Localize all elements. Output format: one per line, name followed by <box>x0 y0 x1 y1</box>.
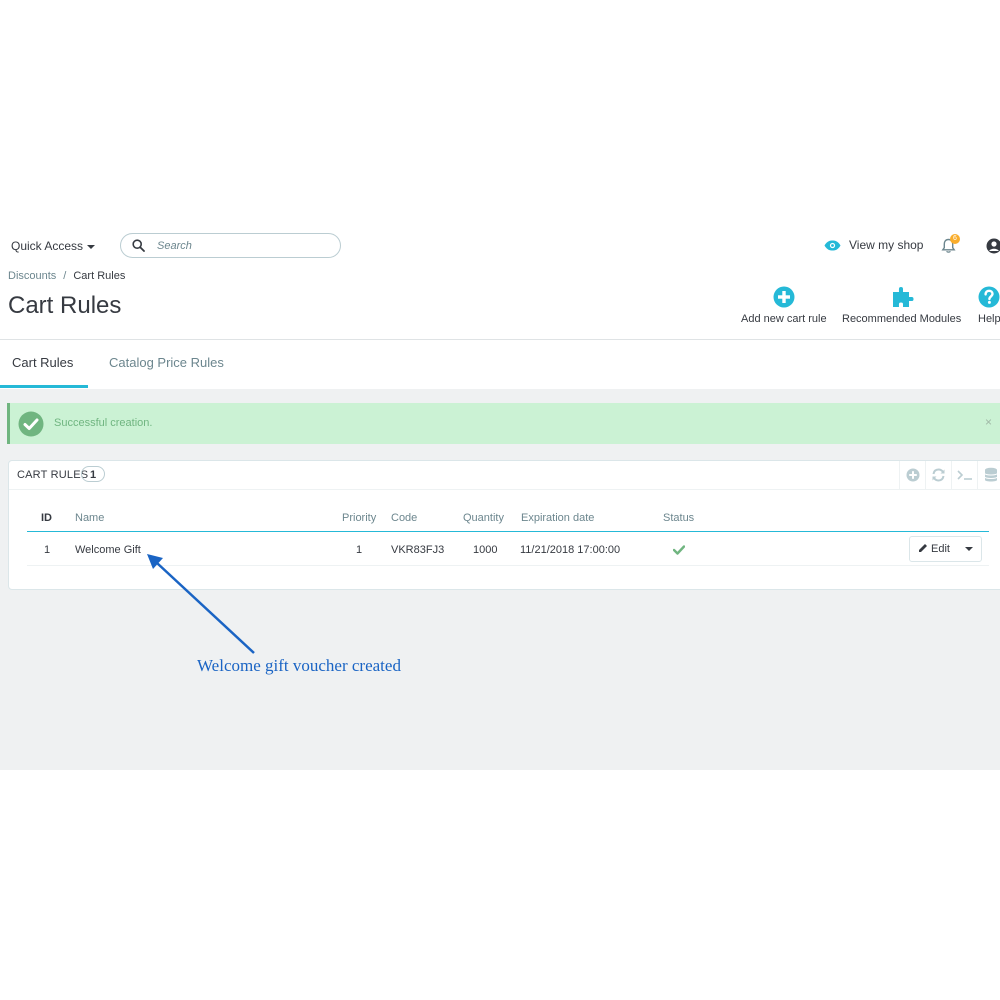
column-header-expiration-date[interactable]: Expiration date <box>521 512 594 524</box>
quick-access-label: Quick Access <box>11 239 84 253</box>
column-header-quantity[interactable]: Quantity <box>463 512 504 524</box>
status-enabled-check-icon[interactable] <box>672 544 686 558</box>
puzzle-icon <box>892 287 914 307</box>
row-actions: Edit <box>909 536 982 562</box>
recommended-modules-button[interactable]: Recommended Modules <box>842 286 961 325</box>
breadcrumb-separator: / <box>63 270 67 282</box>
notifications-button[interactable]: 6 <box>941 234 960 259</box>
column-header-priority[interactable]: Priority <box>342 512 376 524</box>
view-my-shop-label: View my shop <box>849 238 924 252</box>
view-my-shop-link[interactable]: View my shop <box>824 238 923 252</box>
tab-catalog-price-rules[interactable]: Catalog Price Rules <box>109 340 224 388</box>
add-circle-icon <box>773 286 795 308</box>
row-quantity: 1000 <box>473 544 498 556</box>
add-new-icon[interactable] <box>899 461 925 489</box>
close-icon[interactable]: × <box>985 415 992 429</box>
help-label: Help <box>978 313 1000 325</box>
row-actions-dropdown-toggle[interactable] <box>958 537 982 561</box>
column-header-code[interactable]: Code <box>391 512 417 524</box>
caret-down-icon <box>965 547 973 551</box>
row-priority: 1 <box>356 544 363 556</box>
main-content: Successful creation. × CART RULES 1 ID N… <box>0 389 1000 770</box>
annotation-text: Welcome gift voucher created <box>197 656 401 675</box>
annotation-arrow <box>147 554 255 654</box>
pencil-icon <box>919 544 927 552</box>
breadcrumb-current: Cart Rules <box>73 270 126 282</box>
row-code: VKR83FJ3 <box>391 544 445 556</box>
add-new-cart-rule-button[interactable]: Add new cart rule <box>741 286 827 325</box>
edit-button-label: Edit <box>931 543 950 555</box>
app-window: Quick Access View my shop 6 Discounts / Ca… <box>0 226 1000 770</box>
breadcrumb: Discounts / Cart Rules <box>8 270 125 282</box>
database-icon[interactable] <box>977 461 1000 489</box>
column-header-status[interactable]: Status <box>663 512 694 524</box>
notification-badge: 6 <box>950 234 960 244</box>
user-account-icon[interactable] <box>986 237 1000 260</box>
quick-access-menu[interactable]: Quick Access <box>11 239 96 253</box>
panel-tools <box>899 461 1000 489</box>
eye-icon <box>824 240 841 250</box>
tab-cart-rules[interactable]: Cart Rules <box>0 340 88 388</box>
add-new-cart-rule-label: Add new cart rule <box>741 313 827 325</box>
row-expiration-date: 11/21/2018 17:00:00 <box>520 544 621 556</box>
help-button[interactable]: Help <box>978 286 1000 325</box>
breadcrumb-discounts-link[interactable]: Discounts <box>8 270 56 282</box>
search-input[interactable] <box>157 237 327 254</box>
refresh-icon[interactable] <box>925 461 951 489</box>
search-box <box>120 233 341 258</box>
help-circle-icon <box>978 286 1000 308</box>
sql-query-icon[interactable] <box>951 461 977 489</box>
top-header: Quick Access View my shop 6 <box>0 226 1000 268</box>
search-icon[interactable] <box>132 239 145 257</box>
tabs-bar: Cart Rules Catalog Price Rules <box>0 339 1000 390</box>
recommended-modules-label: Recommended Modules <box>842 313 962 325</box>
page-title: Cart Rules <box>8 292 122 319</box>
chevron-down-icon <box>87 244 96 249</box>
edit-button[interactable]: Edit <box>910 537 958 561</box>
